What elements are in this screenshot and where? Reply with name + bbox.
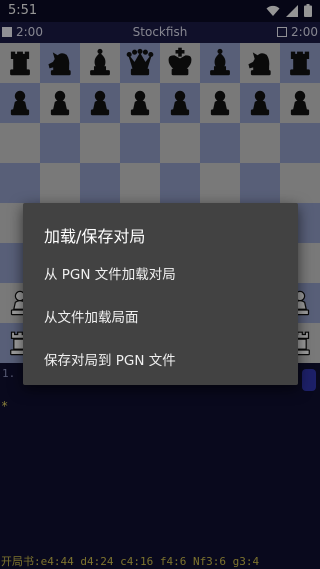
dialog-title: 加载/保存对局 — [44, 227, 146, 246]
save-game-to-pgn-item[interactable]: 保存对局到 PGN 文件 — [23, 339, 298, 379]
load-position-from-file-item[interactable]: 从文件加载局面 — [23, 296, 298, 336]
load-save-dialog: 加载/保存对局 从 PGN 文件加载对局 从文件加载局面 保存对局到 PGN 文… — [23, 203, 298, 385]
load-game-from-pgn-item[interactable]: 从 PGN 文件加载对局 — [23, 253, 298, 293]
